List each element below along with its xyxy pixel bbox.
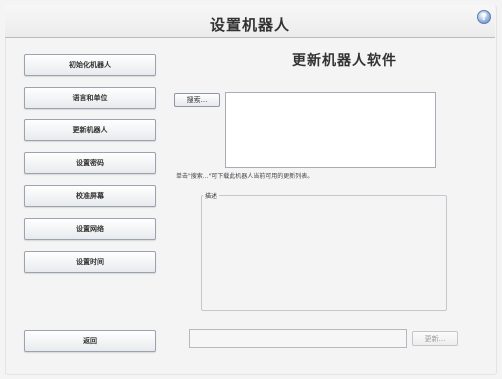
description-panel: [201, 195, 447, 311]
sidebar-item-language-units[interactable]: 语言和单位: [24, 87, 156, 109]
status-field: [189, 329, 407, 348]
sidebar-item-set-password[interactable]: 设置密码: [24, 152, 156, 174]
search-button[interactable]: 搜索...: [174, 93, 220, 107]
back-button[interactable]: 返回: [24, 330, 156, 352]
page-title: 更新机器人软件: [292, 53, 397, 69]
sidebar-item-calibrate-screen[interactable]: 校准屏幕: [24, 185, 156, 207]
window-title: 设置机器人: [209, 16, 290, 34]
update-button[interactable]: 更新...: [412, 331, 458, 346]
sidebar-item-set-network[interactable]: 设置网络: [24, 218, 156, 240]
title-bar: 设置机器人 ?: [5, 5, 495, 38]
help-icon[interactable]: ?: [477, 10, 491, 24]
sidebar-item-initialize-robot[interactable]: 初始化机器人: [24, 54, 156, 76]
sidebar-item-update-robot[interactable]: 更新机器人: [24, 119, 156, 141]
search-hint: 单击"搜索..."可下载此机器人当前可用的更新列表。: [176, 173, 314, 180]
update-list[interactable]: [225, 92, 436, 168]
description-label: 描述: [203, 191, 220, 200]
sidebar-item-set-time[interactable]: 设置时间: [24, 251, 156, 273]
